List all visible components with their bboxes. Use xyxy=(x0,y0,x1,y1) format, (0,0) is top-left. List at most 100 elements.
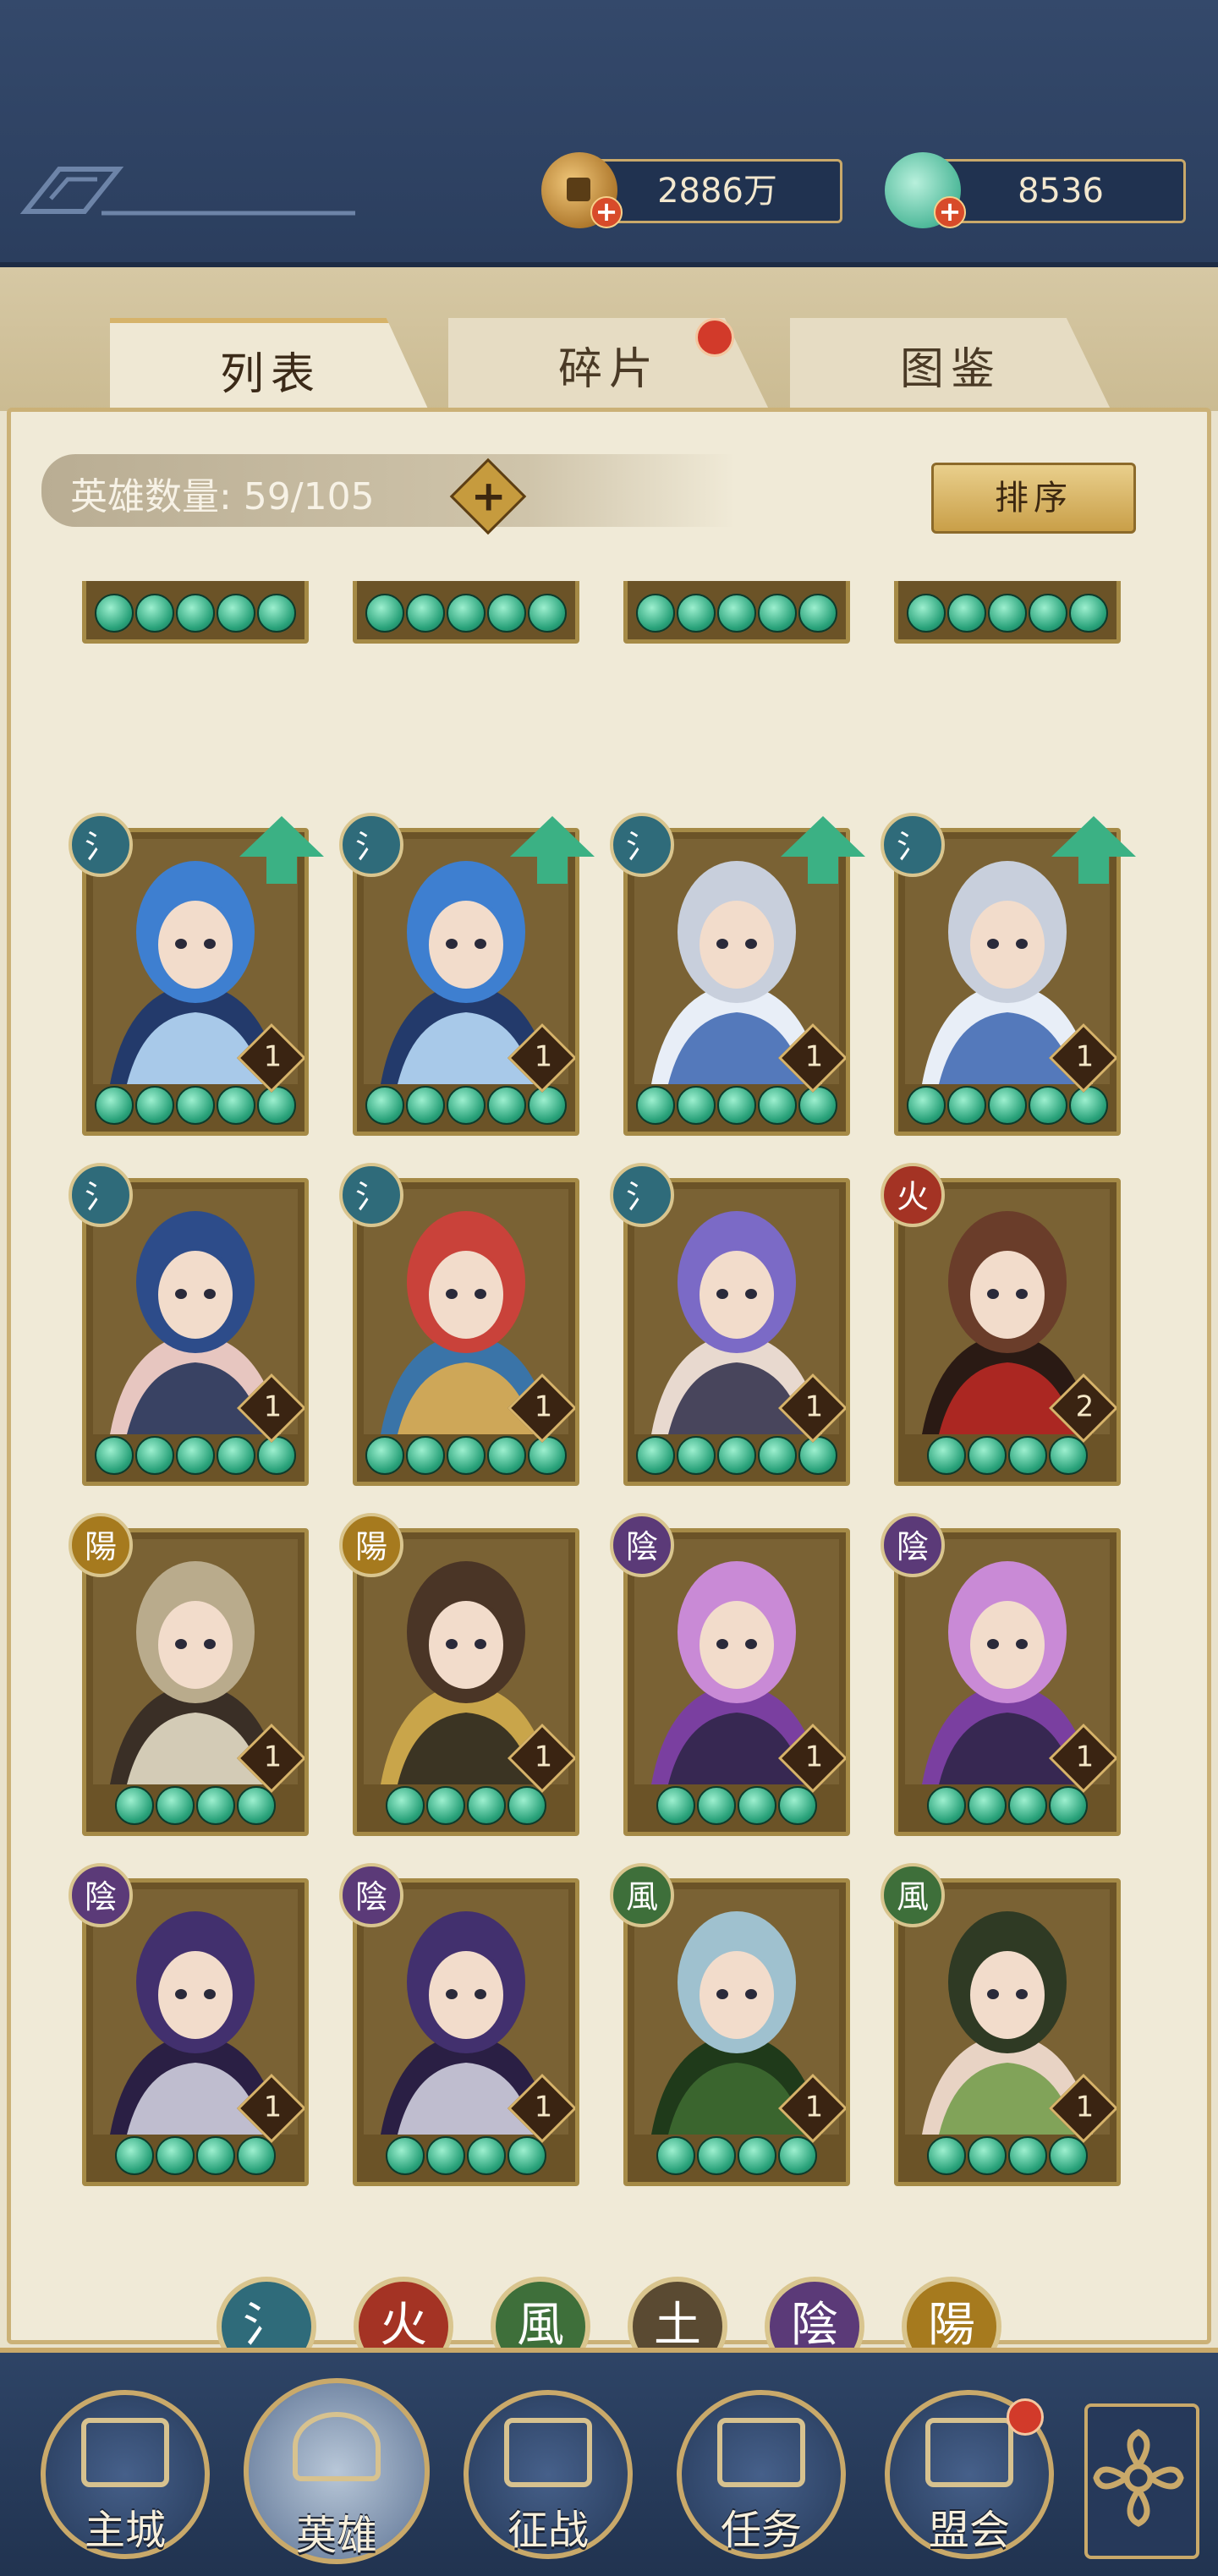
hero-card[interactable] xyxy=(894,581,1121,644)
jade-star-icon xyxy=(717,1436,756,1475)
hero-card[interactable]: 1 xyxy=(82,1878,309,2186)
hero-card[interactable] xyxy=(82,581,309,644)
jade-star-icon xyxy=(907,1086,946,1125)
jade-star-icon xyxy=(176,1436,215,1475)
hero-card[interactable]: 1 xyxy=(353,1178,579,1486)
hero-level: 1 xyxy=(1075,1740,1095,1774)
element-yin-icon: 陰 xyxy=(69,1863,133,1927)
jade-star-icon xyxy=(365,1086,404,1125)
tab-codex[interactable]: 图鉴 xyxy=(790,318,1111,411)
jade-star-icon xyxy=(1008,1786,1047,1825)
hero-level: 1 xyxy=(263,2090,283,2124)
jade-star-icon xyxy=(386,1786,425,1825)
tab-fragments-label: 碎片 xyxy=(557,343,660,395)
element-water-icon: 氵 xyxy=(339,1163,403,1227)
star-row xyxy=(86,594,304,634)
jade-star-icon xyxy=(907,594,946,633)
hero-card[interactable]: 1 xyxy=(82,1528,309,1836)
nav-label: 主城 xyxy=(84,2507,166,2554)
tab-list[interactable]: 列表 xyxy=(110,318,431,416)
jade-star-icon xyxy=(1069,594,1108,633)
jade-star-icon xyxy=(487,594,526,633)
jade-star-icon xyxy=(196,2136,235,2175)
nav-alliance[interactable]: 盟会 xyxy=(885,2390,1054,2559)
hero-level: 1 xyxy=(804,2090,824,2124)
jade-star-icon xyxy=(677,1436,716,1475)
hero-card[interactable]: 1 xyxy=(623,1178,850,1486)
hero-card[interactable]: 1 xyxy=(894,1878,1121,2186)
add-copper-button[interactable]: + xyxy=(590,196,623,228)
tab-codex-label: 图鉴 xyxy=(899,343,1001,395)
jade-star-icon xyxy=(968,2136,1007,2175)
jade-star-icon xyxy=(467,1786,506,1825)
element-water-icon: 氵 xyxy=(610,813,674,877)
jade-star-icon xyxy=(968,1786,1007,1825)
jade-star-icon xyxy=(528,594,567,633)
element-water-icon: 氵 xyxy=(339,813,403,877)
jade-star-icon xyxy=(738,2136,776,2175)
jade-star-icon xyxy=(176,594,215,633)
jade-star-icon xyxy=(656,1786,695,1825)
jade-star-icon xyxy=(758,1086,797,1125)
nav-label: 征战 xyxy=(507,2507,589,2554)
jade-star-icon xyxy=(656,2136,695,2175)
nav-hero[interactable]: 英雄 xyxy=(244,2378,430,2564)
jade-amount: 8536 xyxy=(935,159,1186,223)
jade-star-icon xyxy=(406,594,445,633)
jade-star-icon xyxy=(426,2136,465,2175)
jade-star-icon xyxy=(528,1436,567,1475)
copper-resource[interactable]: 2886万 + xyxy=(541,152,846,228)
hero-card[interactable]: 1 xyxy=(353,1528,579,1836)
nav-battle[interactable]: 征战 xyxy=(464,2390,633,2559)
jade-star-icon xyxy=(947,594,986,633)
bottom-nav: 主城 英雄 征战 任务 盟会 xyxy=(0,2348,1218,2576)
jade-star-icon xyxy=(406,1436,445,1475)
jade-star-icon xyxy=(717,1086,756,1125)
jade-star-icon xyxy=(467,2136,506,2175)
jade-resource[interactable]: 8536 + xyxy=(885,152,1189,228)
jade-star-icon xyxy=(217,1436,255,1475)
menu-button[interactable] xyxy=(1084,2403,1199,2559)
hero-card[interactable]: 2 xyxy=(894,1178,1121,1486)
upgrade-arrow-icon xyxy=(1051,816,1136,884)
element-yin-icon: 陰 xyxy=(610,1513,674,1577)
add-jade-button[interactable]: + xyxy=(934,196,966,228)
nav-label: 任务 xyxy=(720,2507,802,2554)
hero-list-panel: 英雄数量: 59/105 + 排序 1氵1氵1氵1氵1氵1氵1氵2火1陽1陽1陰… xyxy=(7,408,1211,2344)
hero-level: 1 xyxy=(263,1740,283,1774)
upgrade-arrow-icon xyxy=(510,816,595,884)
nav-city[interactable]: 主城 xyxy=(41,2390,210,2559)
hero-card[interactable]: 1 xyxy=(623,1528,850,1836)
hero-level: 1 xyxy=(1075,1039,1095,1074)
hero-grid[interactable]: 1氵1氵1氵1氵1氵1氵1氵2火1陽1陽1陰1陰1陰1陰1風1風風風風風 xyxy=(28,581,1204,2188)
fragments-badge xyxy=(695,318,734,357)
jade-star-icon xyxy=(95,1086,134,1125)
hero-card[interactable] xyxy=(353,581,579,644)
jade-star-icon xyxy=(95,1436,134,1475)
hero-card[interactable]: 1 xyxy=(353,1878,579,2186)
jade-star-icon xyxy=(636,1086,675,1125)
jade-star-icon xyxy=(927,2136,966,2175)
hero-card[interactable]: 1 xyxy=(894,1528,1121,1836)
battle-icon xyxy=(504,2417,592,2487)
element-yang-icon: 陽 xyxy=(69,1513,133,1577)
upgrade-arrow-icon xyxy=(781,816,865,884)
hero-level: 1 xyxy=(804,1740,824,1774)
jade-star-icon xyxy=(528,1086,567,1125)
jade-star-icon xyxy=(697,1786,736,1825)
hero-card[interactable] xyxy=(623,581,850,644)
element-water-icon: 氵 xyxy=(69,1163,133,1227)
hero-card[interactable]: 1 xyxy=(82,1178,309,1486)
jade-star-icon xyxy=(798,1436,837,1475)
jade-star-icon xyxy=(115,1786,154,1825)
nav-task[interactable]: 任务 xyxy=(677,2390,846,2559)
jade-star-icon xyxy=(697,2136,736,2175)
hero-count-label: 英雄数量: 59/105 xyxy=(70,475,375,518)
hero-level: 1 xyxy=(804,1389,824,1424)
jade-star-icon xyxy=(1008,2136,1047,2175)
jade-star-icon xyxy=(717,594,756,633)
hero-card[interactable]: 1 xyxy=(623,1878,850,2186)
jade-star-icon xyxy=(447,1436,486,1475)
hero-level: 2 xyxy=(1075,1389,1095,1424)
sort-button[interactable]: 排序 xyxy=(931,463,1136,534)
